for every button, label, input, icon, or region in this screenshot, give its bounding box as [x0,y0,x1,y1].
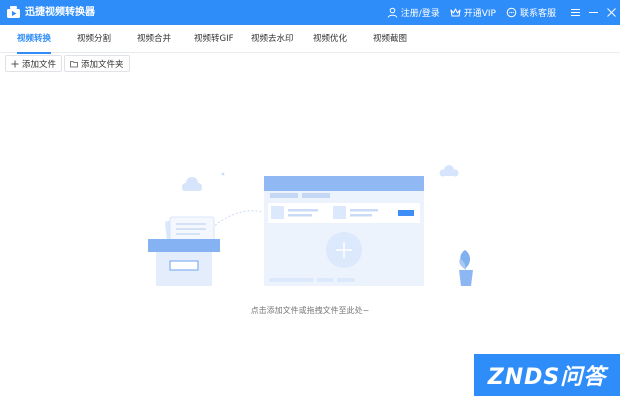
cloud-right-icon [439,165,459,177]
drop-zone-illustration[interactable] [0,0,620,405]
file-box-icon [148,216,220,286]
app-window: 迅捷视频转换器 注册/登录 开通VIP 联系客服 视频转换 视频分割 视频合并 … [0,0,620,405]
drop-hint-text: 点击添加文件或拖拽文件至此处~ [250,306,370,315]
watermark-text: ZNDS问答 [487,365,607,390]
window-mock-icon [264,176,424,286]
cloud-left-icon [182,177,202,191]
plant-icon [459,250,473,286]
znds-watermark-logo: ZNDS问答 [474,354,620,396]
